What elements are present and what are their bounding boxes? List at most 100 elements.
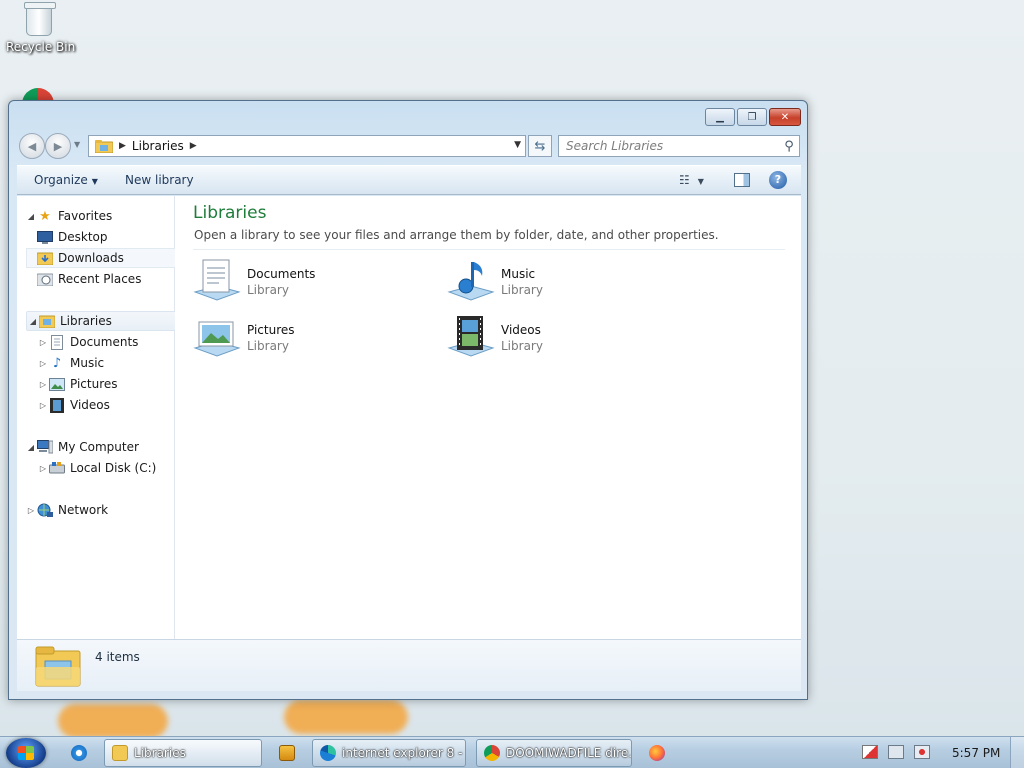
taskbar-ie-button[interactable] <box>64 739 94 767</box>
taskbar-button-label: internet explorer 8 - ... <box>342 746 466 760</box>
expanded-arrow-icon[interactable]: ◢ <box>27 317 39 326</box>
action-center-flag-icon[interactable] <box>862 745 878 759</box>
collapsed-arrow-icon[interactable]: ▷ <box>37 464 49 473</box>
organize-label: Organize <box>34 173 88 187</box>
minimize-icon: ▁ <box>716 111 724 123</box>
tree-label: My Computer <box>58 440 139 454</box>
tree-item-pictures[interactable]: ▷ Pictures <box>37 374 118 394</box>
organize-button[interactable]: Organize ▼ <box>34 173 98 187</box>
recycle-bin-label: Recycle Bin <box>6 40 76 54</box>
document-icon <box>49 334 65 350</box>
page-title: Libraries <box>193 203 267 223</box>
page-subtitle: Open a library to see your files and arr… <box>194 228 719 242</box>
address-dropdown-icon[interactable]: ▼ <box>514 140 521 150</box>
collapsed-arrow-icon[interactable]: ▷ <box>37 359 49 368</box>
library-tile-music[interactable]: Music Library <box>447 256 667 306</box>
clock[interactable]: 5:57 PM <box>952 746 1000 760</box>
volume-muted-icon[interactable] <box>914 745 930 759</box>
pictures-icon <box>49 376 65 392</box>
forward-button[interactable]: ▶ <box>45 133 71 159</box>
taskbar-media-player-button[interactable] <box>272 739 302 767</box>
firefox-icon <box>649 745 665 761</box>
search-input[interactable] <box>559 139 779 153</box>
search-icon[interactable]: ⚲ <box>779 139 799 154</box>
tree-item-videos[interactable]: ▷ Videos <box>37 395 110 415</box>
refresh-icon: ⇆ <box>534 138 546 154</box>
taskbar-firefox-button[interactable] <box>642 739 672 767</box>
close-button[interactable]: ✕ <box>769 108 801 126</box>
film-strip-icon <box>49 397 65 413</box>
help-button[interactable]: ? <box>769 171 787 189</box>
recent-pages-dropdown[interactable]: ▼ <box>74 140 80 149</box>
change-view-button[interactable]: ☷ ▼ <box>679 173 704 187</box>
navigation-pane: ◢ ★ Favorites Desktop Downloads Recent P… <box>17 196 182 639</box>
preview-pane-button[interactable] <box>734 173 750 187</box>
tree-item-local-disk[interactable]: ▷ Local Disk (C:) <box>37 458 156 478</box>
library-tile-videos[interactable]: Videos Library <box>447 312 667 362</box>
tree-item-documents[interactable]: ▷ Documents <box>37 332 138 352</box>
star-icon: ★ <box>39 208 51 224</box>
library-tile-pictures[interactable]: Pictures Library <box>193 312 413 362</box>
desktop-icon <box>37 229 53 245</box>
tree-my-computer[interactable]: ◢ My Computer <box>25 437 139 457</box>
library-name: Pictures <box>247 323 295 337</box>
taskbar-button-libraries[interactable]: Libraries <box>104 739 262 767</box>
media-player-icon <box>279 745 295 761</box>
details-pane: 4 items <box>17 639 801 691</box>
forward-arrow-icon: ▶ <box>53 139 63 153</box>
content-pane: Libraries Open a library to see your fil… <box>175 196 801 639</box>
taskbar-button-edge[interactable]: internet explorer 8 - ... <box>312 739 466 767</box>
expanded-arrow-icon[interactable]: ◢ <box>25 212 37 221</box>
collapsed-arrow-icon[interactable]: ▷ <box>37 338 49 347</box>
internet-explorer-icon <box>71 745 87 761</box>
start-button[interactable] <box>6 738 46 768</box>
tree-favorites[interactable]: ◢ ★ Favorites <box>25 206 112 226</box>
library-name: Music <box>501 267 536 281</box>
minimize-button[interactable]: ▁ <box>705 108 735 126</box>
library-tile-documents[interactable]: Documents Library <box>193 256 413 306</box>
edge-icon <box>320 745 336 761</box>
wallpaper-blob <box>58 704 168 738</box>
collapsed-arrow-icon[interactable]: ▷ <box>37 401 49 410</box>
address-bar[interactable]: ▶ Libraries ▶ ▼ <box>88 135 526 157</box>
chevron-down-icon: ▼ <box>91 177 98 186</box>
tree-label: Music <box>70 356 105 370</box>
network-status-icon[interactable] <box>888 745 904 759</box>
refresh-button[interactable]: ⇆ <box>528 135 552 157</box>
tree-network[interactable]: ▷ Network <box>25 500 108 520</box>
tree-label: Favorites <box>58 209 113 223</box>
new-library-button[interactable]: New library <box>125 173 194 187</box>
maximize-button[interactable]: ❐ <box>737 108 767 126</box>
music-note-icon: ♪ <box>52 355 62 371</box>
library-type: Library <box>247 339 289 353</box>
tree-item-music[interactable]: ▷ ♪ Music <box>37 353 104 373</box>
tree-item-downloads[interactable]: Downloads <box>26 248 182 268</box>
back-button[interactable]: ◀ <box>19 133 45 159</box>
expanded-arrow-icon[interactable]: ◢ <box>25 443 37 452</box>
tree-libraries[interactable]: ◢ Libraries <box>26 311 182 331</box>
tree-item-recent-places[interactable]: Recent Places <box>37 269 141 289</box>
library-type: Library <box>247 283 289 297</box>
taskbar-button-label: Libraries <box>134 746 186 760</box>
wallpaper-blob <box>284 700 408 734</box>
recycle-bin[interactable]: Recycle Bin <box>6 2 76 54</box>
system-tray <box>862 745 930 759</box>
search-box[interactable]: ⚲ <box>558 135 800 157</box>
show-desktop-button[interactable] <box>1010 737 1024 768</box>
breadcrumb-libraries[interactable]: Libraries <box>132 139 184 153</box>
windows-logo-icon <box>18 746 34 760</box>
libraries-folder-icon <box>112 745 128 761</box>
library-name: Videos <box>501 323 541 337</box>
videos-library-icon <box>447 316 495 357</box>
tree-label: Downloads <box>58 251 124 265</box>
breadcrumb-separator-icon[interactable]: ▶ <box>119 141 126 151</box>
close-icon: ✕ <box>780 111 790 123</box>
command-bar: Organize ▼ New library ☷ ▼ ? <box>17 165 801 195</box>
taskbar-button-chrome[interactable]: DOOMIWADFILE dire... <box>476 739 632 767</box>
tree-label: Recent Places <box>58 272 142 286</box>
collapsed-arrow-icon[interactable]: ▷ <box>25 506 37 515</box>
tree-item-desktop[interactable]: Desktop <box>37 227 108 247</box>
collapsed-arrow-icon[interactable]: ▷ <box>37 380 49 389</box>
breadcrumb-separator-icon[interactable]: ▶ <box>190 141 197 151</box>
computer-icon <box>37 439 53 455</box>
